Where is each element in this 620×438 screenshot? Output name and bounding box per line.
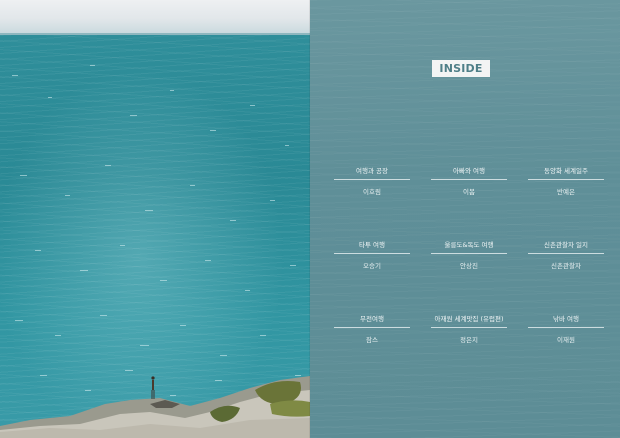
entry-title: 울릉도&독도 여행 xyxy=(444,241,494,249)
contents-page: INSIDE 여행과 공장 이호림 아빠와 여행 이봄 동양화 세계일주 반예은 xyxy=(310,0,620,438)
cover-photo-page xyxy=(0,0,310,438)
entry-title: 타투 여행 xyxy=(359,241,385,249)
contents-entry[interactable]: 동양화 세계일주 반예은 xyxy=(528,165,604,239)
entry-divider xyxy=(431,327,507,328)
entry-divider xyxy=(431,179,507,180)
contents-entry[interactable]: 신촌관찰자 일지 신촌관찰자 xyxy=(528,239,604,313)
contents-row: 타투 여행 오승기 울릉도&독도 여행 안상진 신촌관찰자 일지 신촌관찰자 xyxy=(334,239,604,313)
contents-grid: 여행과 공장 이호림 아빠와 여행 이봄 동양화 세계일주 반예은 타투 여행 … xyxy=(334,165,604,387)
entry-divider xyxy=(528,253,604,254)
entry-title: 낚바 여행 xyxy=(553,315,579,323)
entry-author: 이호림 xyxy=(363,188,381,196)
contents-entry[interactable]: 아재원 세계맛집 (유럽편) 정은지 xyxy=(431,313,507,387)
contents-entry[interactable]: 아빠와 여행 이봄 xyxy=(431,165,507,239)
entry-author: 안상진 xyxy=(460,262,478,270)
entry-author: 신촌관찰자 xyxy=(551,262,581,270)
entry-title: 무전여행 xyxy=(360,315,384,323)
entry-author: 이재원 xyxy=(557,336,575,344)
entry-author: 이봄 xyxy=(463,188,475,196)
entry-divider xyxy=(431,253,507,254)
entry-divider xyxy=(334,327,410,328)
entry-title: 신촌관찰자 일지 xyxy=(544,241,588,249)
magazine-spread: INSIDE 여행과 공장 이호림 아빠와 여행 이봄 동양화 세계일주 반예은 xyxy=(0,0,620,438)
contents-row: 여행과 공장 이호림 아빠와 여행 이봄 동양화 세계일주 반예은 xyxy=(334,165,604,239)
entry-title: 여행과 공장 xyxy=(356,167,388,175)
entry-author: 정은지 xyxy=(460,336,478,344)
contents-entry[interactable]: 타투 여행 오승기 xyxy=(334,239,410,313)
contents-row: 무전여행 잠스 아재원 세계맛집 (유럽편) 정은지 낚바 여행 이재원 xyxy=(334,313,604,387)
entry-title: 아빠와 여행 xyxy=(453,167,485,175)
entry-author: 오승기 xyxy=(363,262,381,270)
sky xyxy=(0,0,310,34)
inside-heading: INSIDE xyxy=(432,60,490,77)
entry-divider xyxy=(528,179,604,180)
contents-entry[interactable]: 여행과 공장 이호림 xyxy=(334,165,410,239)
contents-entry[interactable]: 무전여행 잠스 xyxy=(334,313,410,387)
entry-title: 동양화 세계일주 xyxy=(544,167,588,175)
entry-title: 아재원 세계맛집 (유럽편) xyxy=(434,315,504,323)
entry-divider xyxy=(334,253,410,254)
entry-divider xyxy=(528,327,604,328)
contents-entry[interactable]: 낚바 여행 이재원 xyxy=(528,313,604,387)
entry-author: 반예은 xyxy=(557,188,575,196)
contents-entry[interactable]: 울릉도&독도 여행 안상진 xyxy=(431,239,507,313)
entry-author: 잠스 xyxy=(366,336,378,344)
entry-divider xyxy=(334,179,410,180)
rocky-cliff xyxy=(0,376,310,438)
